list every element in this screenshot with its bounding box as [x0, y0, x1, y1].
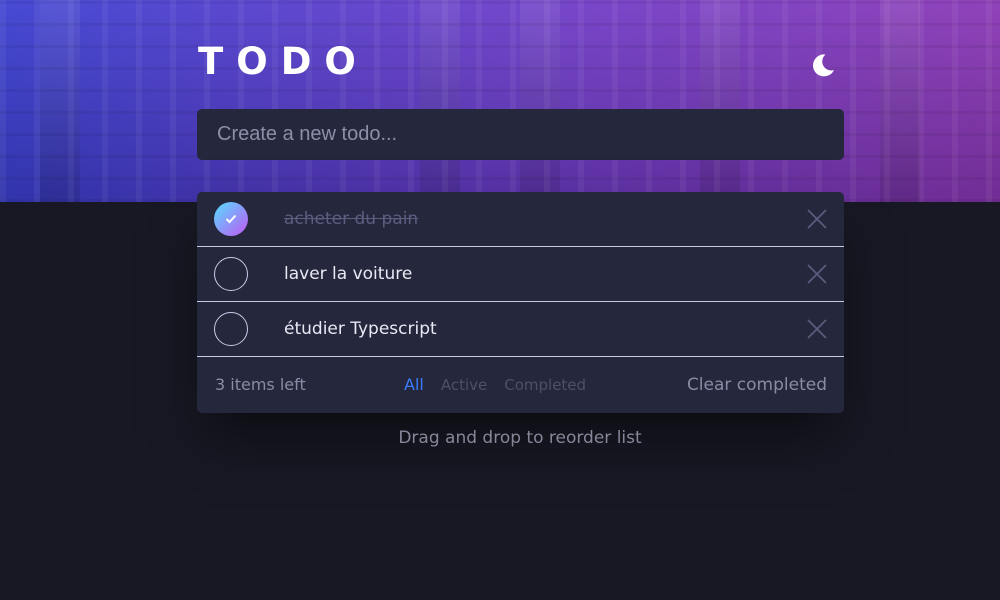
todo-item[interactable]: acheter du pain — [197, 192, 844, 247]
app-title: TODO — [198, 40, 369, 83]
todo-item[interactable]: étudier Typescript — [197, 302, 844, 357]
close-icon — [807, 319, 827, 339]
moon-icon — [813, 54, 834, 77]
delete-button[interactable] — [807, 264, 827, 284]
header-background — [0, 0, 1000, 202]
list-footer: 3 items left All Active Completed Clear … — [197, 357, 844, 413]
todo-checkbox[interactable] — [214, 257, 248, 291]
filter-tabs: All Active Completed — [404, 357, 586, 413]
drag-hint: Drag and drop to reorder list — [398, 428, 642, 448]
new-todo-field — [197, 109, 844, 160]
delete-button[interactable] — [807, 209, 827, 229]
filter-all[interactable]: All — [404, 357, 424, 413]
items-left-count: 3 items left — [215, 375, 306, 394]
filter-active[interactable]: Active — [441, 357, 487, 413]
close-icon — [807, 264, 827, 284]
todo-checkbox[interactable] — [214, 312, 248, 346]
close-icon — [807, 209, 827, 229]
new-todo-input[interactable] — [215, 122, 826, 147]
clear-completed-button[interactable]: Clear completed — [687, 357, 827, 413]
todo-checkbox-checked[interactable] — [214, 202, 248, 236]
todo-text: étudier Typescript — [284, 319, 437, 339]
filter-completed[interactable]: Completed — [504, 357, 586, 413]
todo-text: laver la voiture — [284, 264, 413, 284]
checkmark-icon — [225, 214, 237, 224]
todo-item[interactable]: laver la voiture — [197, 247, 844, 302]
todo-text: acheter du pain — [284, 209, 419, 229]
delete-button[interactable] — [807, 319, 827, 339]
todo-list: acheter du pain laver la voiture étudier… — [197, 192, 844, 413]
theme-toggle-button[interactable] — [808, 50, 838, 80]
